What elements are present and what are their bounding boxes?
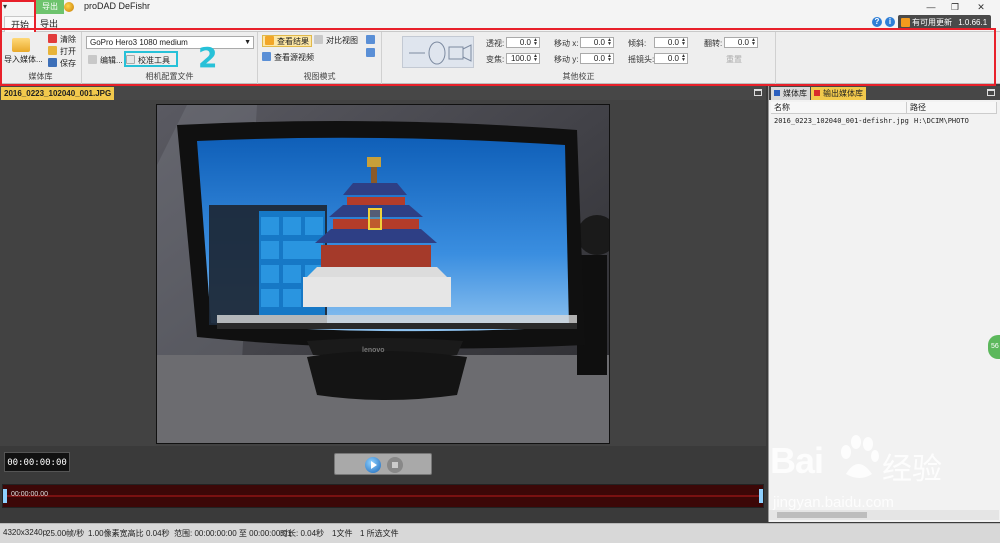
playback-controls: [334, 453, 432, 475]
status-range: 范围: 00:00:00:00 至 00:00:00:01: [174, 529, 292, 538]
version-label: 1.0.66.1: [958, 18, 988, 27]
table-row-path[interactable]: H:\DCIM\PHOTO: [911, 116, 997, 127]
tab-output-library-label: 输出媒体库: [823, 89, 863, 98]
column-header-name[interactable]: 名称: [771, 102, 907, 114]
right-horizontal-scrollbar[interactable]: [769, 510, 999, 520]
file-tab[interactable]: 2016_0223_102040_001.JPG: [1, 87, 115, 100]
output-library-icon: [814, 90, 820, 96]
status-bar: 4320x3240p 25.00帧/秒 1.00像素宽高比 0.04秒 范围: …: [0, 523, 1000, 543]
scrollbar-thumb[interactable]: [777, 512, 867, 518]
stop-button[interactable]: [387, 457, 403, 473]
close-button[interactable]: ✕: [970, 0, 992, 14]
help-icon[interactable]: ?: [872, 17, 882, 27]
library-icon: [774, 90, 780, 96]
timeline-end-marker[interactable]: [759, 489, 763, 503]
update-label: 有可用更新: [912, 18, 952, 27]
horizontal-scrollbar[interactable]: [0, 512, 766, 522]
timeline-track: [3, 495, 763, 497]
timeline[interactable]: 00:00:00.00: [2, 484, 764, 508]
app-title: proDAD DeFishr: [84, 1, 151, 11]
tab-media-library[interactable]: 媒体库: [771, 87, 810, 100]
rss-icon: [901, 18, 910, 27]
monitor-brand-label: lenovo: [362, 347, 385, 354]
timeline-start-marker[interactable]: [3, 489, 7, 503]
timecode-display: 00:00:00:00: [4, 452, 70, 472]
status-resolution: 4320x3240p: [3, 528, 48, 537]
status-files: 1文件: [332, 529, 353, 538]
status-length: 时长: 0.04秒: [280, 529, 325, 538]
preview-header: [0, 86, 766, 100]
status-fps: 25.00帧/秒: [46, 529, 85, 538]
info-icon[interactable]: i: [885, 17, 895, 27]
status-aspect: 1.00像素宽高比: [88, 529, 144, 538]
preview-image: lenovo: [156, 104, 610, 444]
app-logo-icon: [64, 2, 74, 12]
status-duration: 0.04秒: [146, 529, 170, 538]
maximize-panel-icon[interactable]: [754, 89, 762, 96]
side-badge[interactable]: 56: [988, 335, 1000, 359]
annotation-cyan-box: [124, 51, 178, 67]
title-bar: ▾ 导出 proDAD DeFishr — ❐ ✕: [0, 0, 1000, 14]
maximize-panel-icon[interactable]: [987, 89, 995, 96]
annotation-number-two: 2: [198, 41, 218, 74]
column-header-path[interactable]: 路径: [907, 102, 997, 114]
play-button[interactable]: [365, 457, 381, 473]
timeline-time: 00:00:00.00: [11, 491, 48, 498]
minimize-button[interactable]: —: [920, 0, 942, 14]
table-row-name[interactable]: 2016_0223_102040_001-defishr.jpg: [771, 116, 909, 127]
library-tabs: 媒体库 输出媒体库: [769, 86, 1000, 100]
maximize-button[interactable]: ❐: [944, 0, 966, 14]
tab-media-library-label: 媒体库: [783, 89, 807, 98]
media-library-panel: 媒体库 输出媒体库 名称 路径 2016_0223_102040_001-def…: [768, 86, 1000, 522]
context-tab-export[interactable]: 导出: [36, 0, 64, 14]
tab-output-library[interactable]: 输出媒体库: [811, 87, 866, 100]
status-selected: 1 所选文件: [360, 529, 399, 538]
